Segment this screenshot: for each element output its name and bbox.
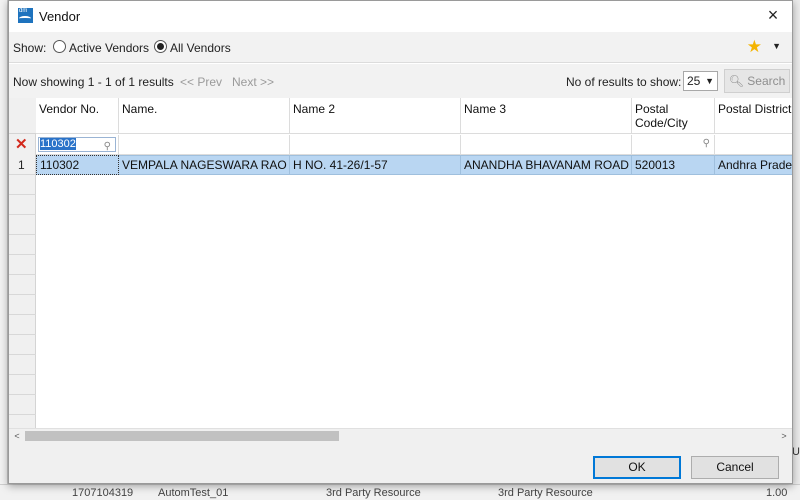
column-header-name-3[interactable]: Name 3	[461, 98, 632, 134]
column-header-postal-district[interactable]: Postal District	[715, 98, 792, 134]
results-summary: Now showing 1 - 1 of 1 results	[13, 75, 174, 89]
empty-row-marker	[9, 395, 36, 415]
empty-row-marker	[9, 235, 36, 255]
chevron-down-icon[interactable]: ▼	[772, 41, 781, 51]
cell-name-2[interactable]: H NO. 41-26/1-57	[290, 155, 461, 175]
star-icon[interactable]: ★	[747, 38, 762, 56]
dialog-footer: OK Cancel	[9, 442, 792, 483]
background-cell: 3rd Party Resource	[326, 487, 421, 499]
search-icon: ⚲	[103, 141, 111, 152]
ok-button[interactable]: OK	[593, 456, 681, 479]
table-row[interactable]: 110302 VEMPALA NAGESWARA RAO H NO. 41-26…	[9, 155, 792, 175]
empty-row-marker	[9, 355, 36, 375]
filter-name-2[interactable]	[290, 135, 461, 155]
chevron-down-icon: ▼	[705, 76, 714, 86]
empty-row-marker	[9, 275, 36, 295]
filter-name[interactable]	[119, 135, 290, 155]
close-button[interactable]: ×	[760, 4, 786, 28]
vendor-no-filter-input[interactable]: 110302 ⚲	[38, 137, 116, 152]
cell-name[interactable]: VEMPALA NAGESWARA RAO	[119, 155, 290, 175]
column-header-name[interactable]: Name.	[119, 98, 290, 134]
background-cell: 1.00	[766, 487, 788, 499]
dialog-title: Vendor	[39, 9, 81, 24]
next-page-link[interactable]: Next >>	[232, 75, 274, 89]
vendor-grid: Vendor No. Name. Name 2 Name 3 Postal Co…	[9, 98, 792, 428]
empty-row-marker	[9, 375, 36, 395]
show-label: Show:	[13, 41, 47, 55]
active-vendors-radio[interactable]	[53, 40, 66, 53]
search-button[interactable]: 🔍︎ Search	[724, 69, 790, 93]
empty-row-marker	[9, 295, 36, 315]
all-vendors-label[interactable]: All Vendors	[170, 41, 231, 55]
cancel-button[interactable]: Cancel	[691, 456, 779, 479]
title-bar: dm Vendor ×	[9, 1, 792, 31]
background-app-table: 1707104319 AutomTest_01 3rd Party Resour…	[0, 484, 800, 500]
cell-postal-code-city[interactable]: 520013	[632, 155, 715, 175]
pager-bar: Now showing 1 - 1 of 1 results << Prev N…	[9, 64, 792, 98]
empty-row-marker	[9, 335, 36, 355]
filter-toolbar: Show: Active Vendors All Vendors ★ ▼	[9, 32, 792, 63]
results-count-label: No of results to show:	[566, 75, 682, 89]
vendor-no-filter-value: 110302	[40, 138, 76, 150]
filter-vendor-no[interactable]: 110302 ⚲	[36, 135, 119, 155]
app-logo-icon: dm	[18, 8, 33, 23]
horizontal-scrollbar[interactable]: < >	[9, 428, 792, 442]
background-app-strip	[0, 0, 8, 500]
results-count-value: 25	[687, 74, 701, 88]
filter-postal-code-city[interactable]: ⚲	[632, 135, 715, 155]
clear-filter-icon[interactable]: ✕	[15, 135, 28, 155]
search-button-label: Search	[747, 74, 786, 88]
empty-row-marker	[9, 315, 36, 335]
empty-row-marker	[9, 195, 36, 215]
filter-postal-district[interactable]	[715, 135, 792, 155]
empty-row-marker	[9, 175, 36, 195]
column-header-name-2[interactable]: Name 2	[290, 98, 461, 134]
background-cell: 1707104319	[72, 487, 134, 499]
cell-vendor-no[interactable]: 110302	[36, 155, 119, 175]
results-count-select[interactable]: 25 ▼	[683, 71, 718, 91]
cell-name-3[interactable]: ANANDHA BHAVANAM ROAD	[461, 155, 632, 175]
row-number-header	[9, 98, 36, 134]
scroll-right-icon[interactable]: >	[777, 429, 791, 443]
prev-page-link[interactable]: << Prev	[180, 75, 222, 89]
column-header-vendor-no[interactable]: Vendor No.	[36, 98, 119, 134]
active-vendors-label[interactable]: Active Vendors	[69, 41, 149, 55]
background-cell: 3rd Party Resource	[498, 487, 593, 499]
search-icon: ⚲	[702, 138, 710, 149]
empty-row-marker	[9, 215, 36, 235]
scrollbar-thumb[interactable]	[25, 431, 339, 441]
background-cell: AutomTest_01	[158, 487, 229, 499]
vendor-dialog: dm Vendor × Show: Active Vendors All Ven…	[8, 0, 793, 484]
background-right-text: U	[792, 446, 800, 458]
empty-row-marker	[9, 255, 36, 275]
filter-name-3[interactable]	[461, 135, 632, 155]
column-header-postal-code-city[interactable]: Postal Code/City	[632, 98, 715, 134]
search-icon: 🔍︎	[728, 74, 744, 88]
empty-row-marker	[9, 415, 36, 428]
all-vendors-radio[interactable]	[154, 40, 167, 53]
background-app-right-strip	[792, 0, 800, 484]
scroll-left-icon[interactable]: <	[10, 429, 24, 443]
cell-postal-district[interactable]: Andhra Pradesh	[715, 155, 792, 175]
